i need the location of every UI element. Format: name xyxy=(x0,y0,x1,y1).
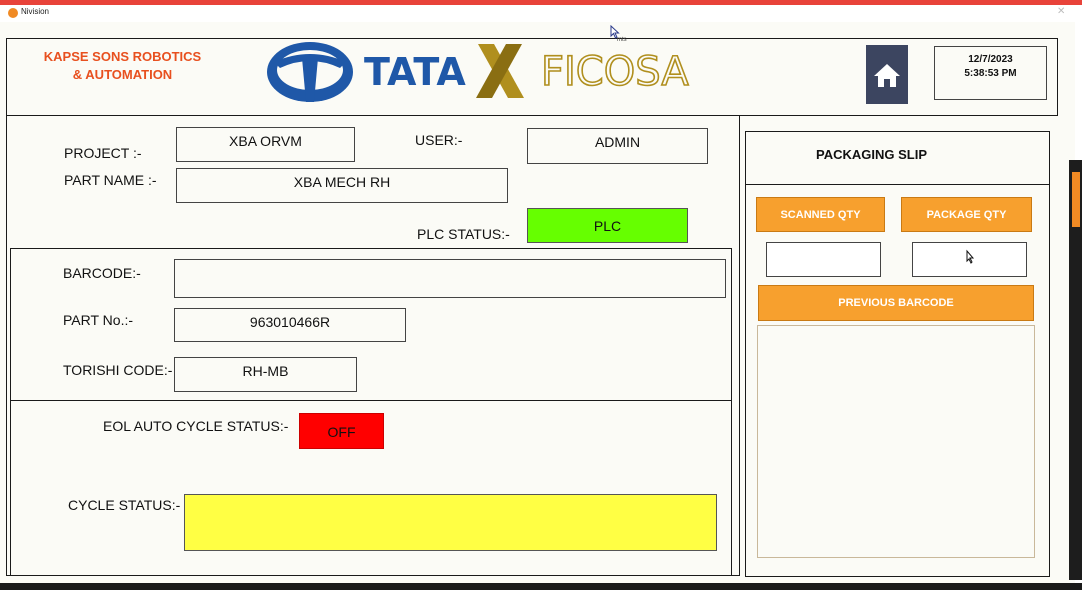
eol-auto-cycle-toggle[interactable]: OFF xyxy=(299,413,384,449)
date-text: 12/7/2023 xyxy=(968,54,1013,65)
ficosa-mark xyxy=(476,44,524,98)
datetime-display: 12/7/2023 5:38:53 PM xyxy=(934,46,1047,100)
cycle-status-label: CYCLE STATUS:- xyxy=(68,497,181,513)
busy-cursor-icon xyxy=(966,249,975,264)
side-scroll-thumb[interactable] xyxy=(1072,172,1080,227)
tata-logo xyxy=(267,42,353,102)
eol-auto-cycle-label: EOL AUTO CYCLE STATUS:- xyxy=(103,418,289,434)
previous-barcode-button[interactable]: PREVIOUS BARCODE xyxy=(758,285,1034,321)
window-titlebar: Nivision ✕ xyxy=(0,5,1082,22)
scanned-qty-field[interactable] xyxy=(766,242,881,277)
window-title: Nivision xyxy=(21,7,50,16)
home-button[interactable] xyxy=(866,45,908,104)
cursor-tooltip: mts xyxy=(617,37,627,43)
app-icon xyxy=(8,8,18,18)
scanned-qty-button[interactable]: SCANNED QTY xyxy=(756,197,885,232)
taskbar-edge xyxy=(0,583,1082,590)
part-name-field[interactable]: XBA MECH RH xyxy=(176,168,508,203)
plc-status-indicator: PLC xyxy=(527,208,688,243)
cycle-status-display xyxy=(184,494,717,551)
close-icon[interactable]: ✕ xyxy=(1057,6,1065,17)
package-qty-button[interactable]: PACKAGE QTY xyxy=(901,197,1032,232)
project-label: PROJECT :- xyxy=(64,145,142,161)
user-field[interactable]: ADMIN xyxy=(527,128,708,164)
home-icon xyxy=(874,63,900,87)
packaging-slip-title: PACKAGING SLIP xyxy=(816,147,927,162)
part-name-label: PART NAME :- xyxy=(64,172,157,188)
part-no-field[interactable]: 963010466R xyxy=(174,308,406,342)
company-name: KAPSE SONS ROBOTICS & AUTOMATION xyxy=(30,48,215,84)
time-text: 5:38:53 PM xyxy=(964,68,1017,79)
previous-barcode-list[interactable] xyxy=(757,325,1035,558)
tata-ficosa-logo: TATA FICOSA xyxy=(267,42,690,102)
company-name-line2: & AUTOMATION xyxy=(72,67,173,82)
barcode-label: BARCODE:- xyxy=(63,265,141,281)
logo-text-ficosa: FICOSA xyxy=(541,49,689,95)
plc-status-label: PLC STATUS:- xyxy=(417,226,510,242)
user-label: USER:- xyxy=(415,132,463,148)
part-no-label: PART No.:- xyxy=(63,312,134,328)
barcode-input[interactable] xyxy=(174,259,726,298)
torishi-code-field[interactable]: RH-MB xyxy=(174,357,357,392)
company-name-line1: KAPSE SONS ROBOTICS xyxy=(43,49,202,64)
torishi-code-label: TORISHI CODE:- xyxy=(63,362,173,378)
project-field[interactable]: XBA ORVM xyxy=(176,127,355,162)
logo-text-tata: TATA xyxy=(364,50,466,94)
